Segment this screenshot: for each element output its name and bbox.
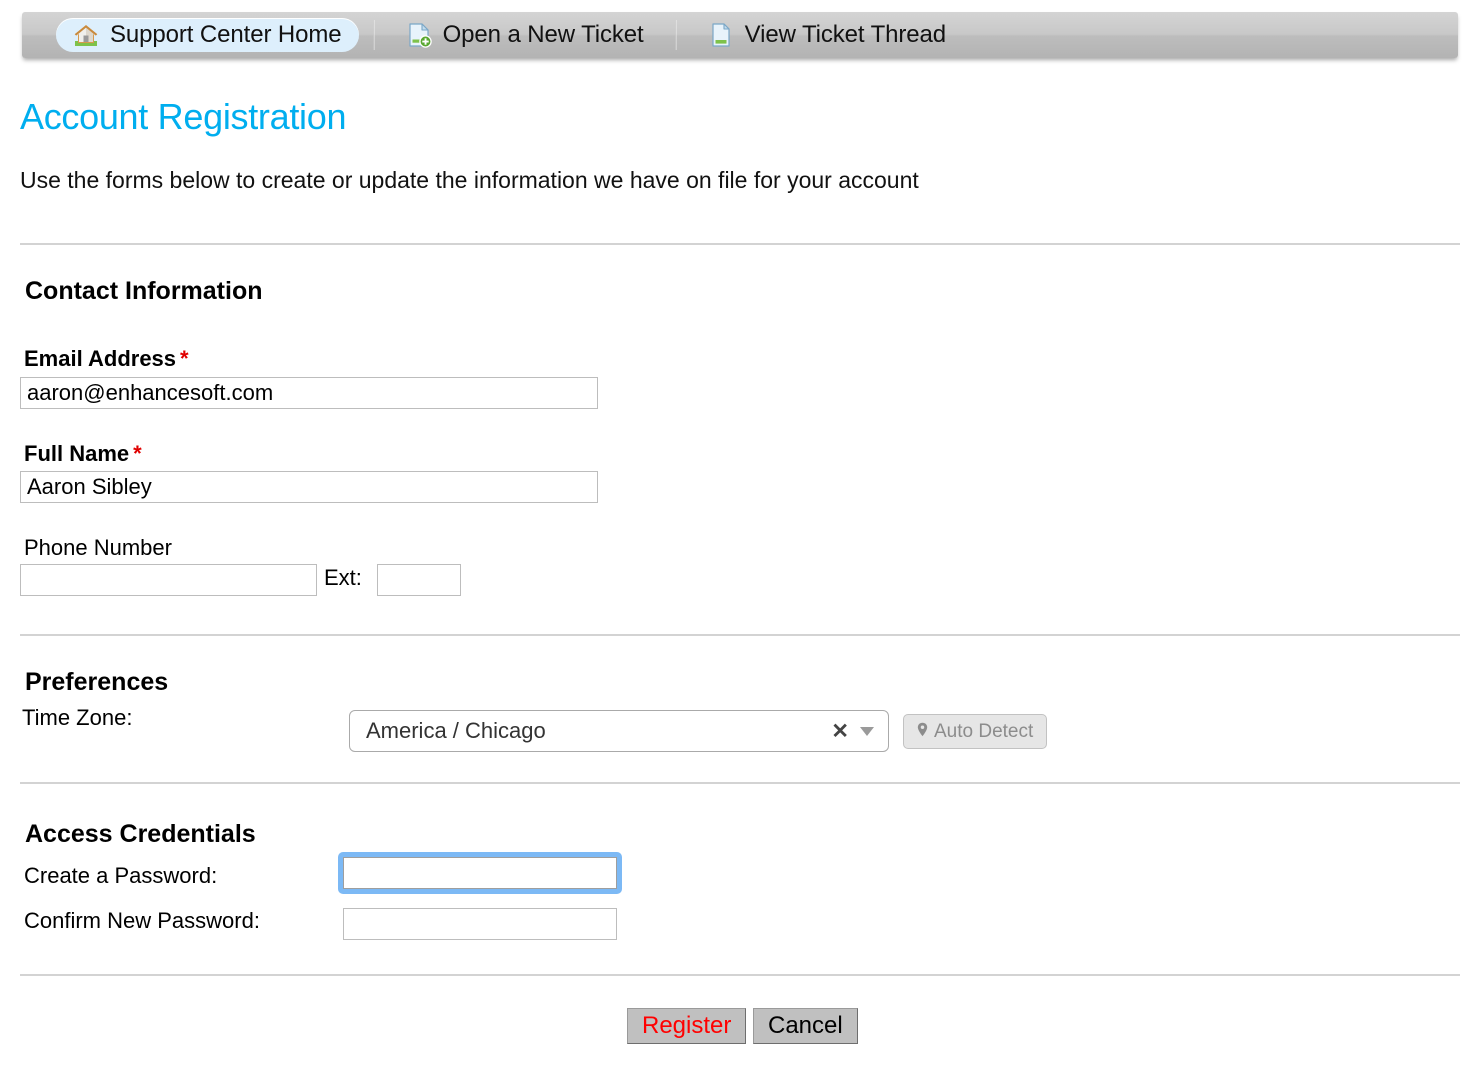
preferences-heading: Preferences: [25, 668, 168, 697]
nav-item-label: View Ticket Thread: [745, 21, 946, 49]
section-divider: [20, 974, 1460, 976]
full-name-label: Full Name*: [24, 441, 142, 467]
document-icon: [708, 22, 734, 48]
time-zone-selected-value: America / Chicago: [366, 718, 831, 744]
nav-divider: [675, 20, 677, 50]
main-navigation-bar: Support Center Home Open a New Ticket Vi…: [22, 12, 1458, 58]
page-subtitle: Use the forms below to create or update …: [20, 167, 919, 194]
nav-item-support-center-home[interactable]: Support Center Home: [56, 18, 359, 52]
required-marker: *: [133, 441, 142, 466]
create-password-label: Create a Password:: [24, 863, 217, 889]
confirm-password-field[interactable]: [343, 908, 617, 940]
access-credentials-heading: Access Credentials: [25, 820, 256, 849]
clear-icon[interactable]: ✕: [831, 721, 849, 742]
confirm-password-label: Confirm New Password:: [24, 908, 260, 934]
email-address-label-text: Email Address: [24, 346, 176, 371]
extension-label: Ext:: [324, 565, 362, 591]
full-name-label-text: Full Name: [24, 441, 129, 466]
chevron-down-icon[interactable]: [860, 727, 874, 736]
extension-field[interactable]: [377, 564, 461, 596]
contact-information-heading: Contact Information: [25, 277, 263, 306]
nav-item-label: Support Center Home: [110, 21, 342, 49]
create-password-field[interactable]: [343, 857, 617, 889]
auto-detect-label: Auto Detect: [934, 721, 1033, 743]
nav-divider: [373, 20, 375, 50]
phone-number-label: Phone Number: [24, 535, 172, 561]
page-title: Account Registration: [20, 96, 346, 138]
register-button[interactable]: Register: [627, 1008, 746, 1044]
email-field[interactable]: [20, 377, 598, 409]
full-name-field[interactable]: [20, 471, 598, 503]
create-password-field-wrapper: [338, 852, 622, 894]
nav-item-open-a-new-ticket[interactable]: Open a New Ticket: [389, 18, 661, 52]
time-zone-label: Time Zone:: [22, 705, 132, 731]
section-divider: [20, 782, 1460, 784]
nav-item-view-ticket-thread[interactable]: View Ticket Thread: [691, 18, 963, 52]
nav-item-label: Open a New Ticket: [443, 21, 644, 49]
time-zone-select[interactable]: America / Chicago ✕: [349, 710, 889, 752]
cancel-button[interactable]: Cancel: [753, 1008, 858, 1044]
email-address-label: Email Address*: [24, 346, 189, 372]
section-divider: [20, 634, 1460, 636]
auto-detect-button[interactable]: Auto Detect: [903, 714, 1047, 749]
home-icon: [73, 22, 99, 48]
required-marker: *: [180, 346, 189, 371]
section-divider: [20, 243, 1460, 245]
phone-number-field[interactable]: [20, 564, 317, 596]
new-document-icon: [406, 22, 432, 48]
map-pin-icon: [917, 721, 928, 743]
